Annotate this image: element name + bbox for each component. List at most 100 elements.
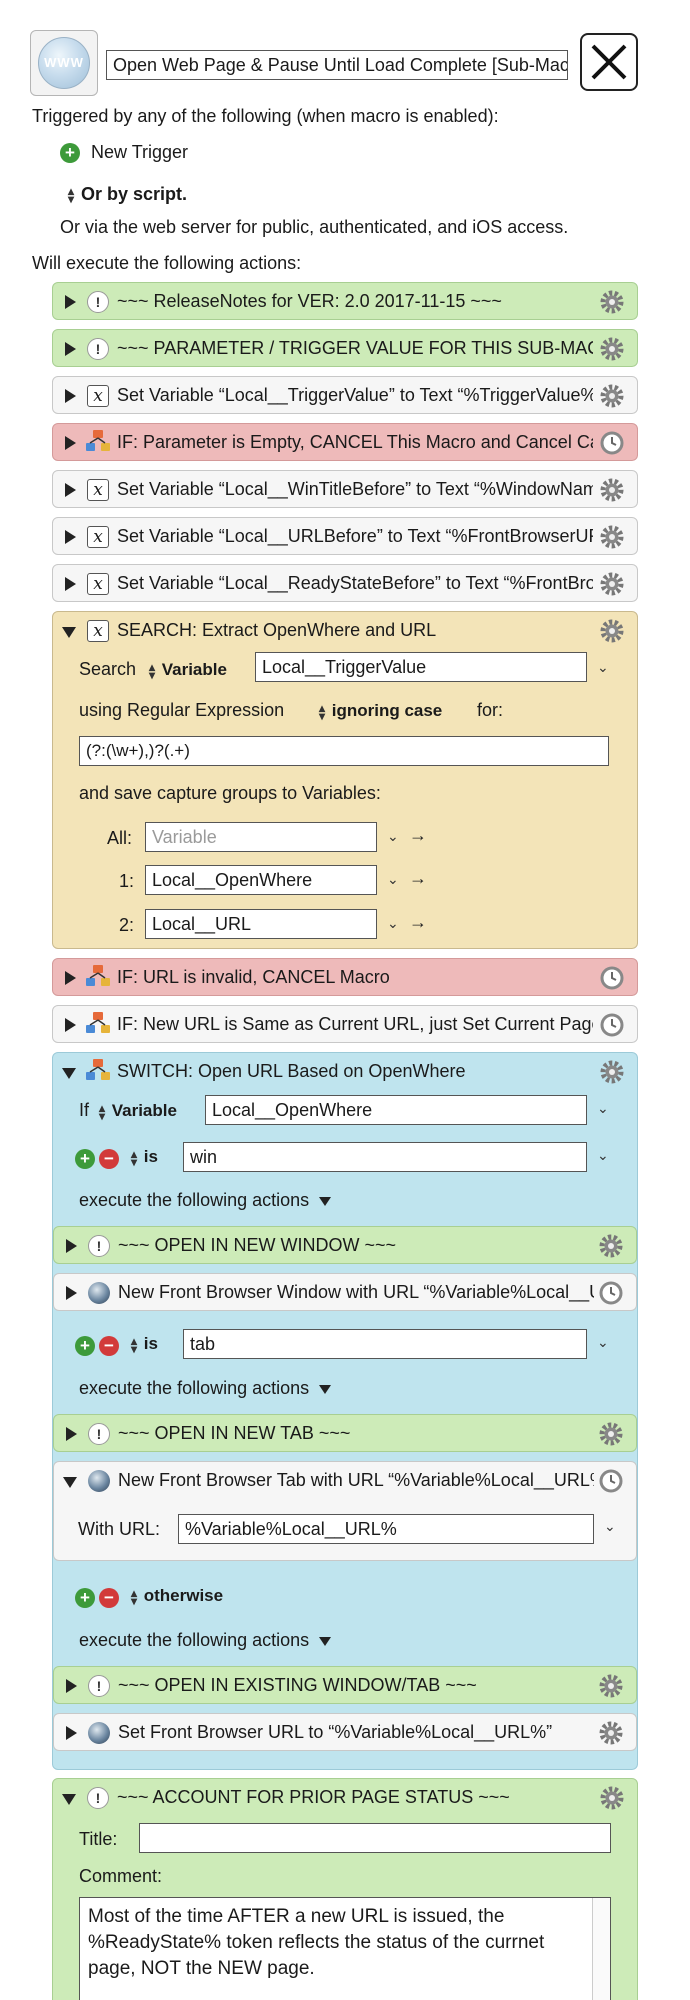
chevron-down-icon[interactable]: ⌄: [387, 871, 399, 888]
action-row[interactable]: IF: New URL is Same as Current URL, just…: [52, 1005, 638, 1043]
chevron-down-icon[interactable]: ⌄: [604, 1518, 616, 1535]
regex-field[interactable]: (?:(\w+),)?(.+): [79, 736, 609, 766]
chevron-down-icon[interactable]: ⌄: [597, 659, 609, 676]
disclosure-triangle-icon[interactable]: [65, 295, 76, 309]
remove-case-icon[interactable]: −: [99, 1336, 119, 1356]
url-field[interactable]: %Variable%Local__URL%: [178, 1514, 594, 1544]
disclosure-triangle-icon[interactable]: [65, 436, 76, 450]
disclosure-triangle-icon[interactable]: [65, 577, 76, 591]
clock-icon[interactable]: [599, 430, 625, 456]
comment-title-field[interactable]: [139, 1823, 611, 1853]
action-row[interactable]: IF: URL is invalid, CANCEL Macro: [52, 958, 638, 996]
switch-action-panel[interactable]: SWITCH: Open URL Based on OpenWhere If ▴…: [52, 1052, 638, 1770]
case-value-field[interactable]: win: [183, 1142, 587, 1172]
chevron-down-icon[interactable]: ⌄: [597, 1100, 609, 1117]
group-variable-field[interactable]: Local__OpenWhere: [145, 865, 377, 895]
action-row[interactable]: IF: Parameter is Empty, CANCEL This Macr…: [52, 423, 638, 461]
web-server-text: Or via the web server for public, authen…: [60, 217, 569, 237]
gear-icon[interactable]: [599, 336, 625, 362]
action-row[interactable]: Set Front Browser URL to “%Variable%Loca…: [53, 1713, 637, 1751]
group-variable-field[interactable]: Variable: [145, 822, 377, 852]
gear-icon[interactable]: [598, 1720, 624, 1746]
disclosure-triangle-icon[interactable]: [66, 1239, 77, 1253]
updown-icon: ▴ ▾: [130, 1333, 138, 1356]
action-row[interactable]: ! ~~~ OPEN IN NEW TAB ~~~: [53, 1414, 637, 1452]
clock-icon[interactable]: [598, 1468, 624, 1494]
disclosure-triangle-icon[interactable]: [62, 627, 76, 638]
or-by-script-popup[interactable]: ▴ ▾ Or by script.: [66, 184, 187, 205]
gear-icon[interactable]: [599, 477, 625, 503]
disclosure-triangle-icon[interactable]: [66, 1286, 77, 1300]
arrow-right-icon[interactable]: →: [409, 868, 427, 889]
action-row[interactable]: x Set Variable “Local__URLBefore” to Tex…: [52, 517, 638, 555]
disclosure-triangle-icon[interactable]: [66, 1427, 77, 1441]
execute-actions-label[interactable]: execute the following actions: [79, 1630, 332, 1651]
new-trigger-button[interactable]: + New Trigger: [60, 142, 188, 164]
clock-icon[interactable]: [599, 1012, 625, 1038]
disclosure-triangle-icon[interactable]: [66, 1726, 77, 1740]
remove-case-icon[interactable]: −: [99, 1149, 119, 1169]
search-source-field[interactable]: Local__TriggerValue: [255, 652, 587, 682]
disclosure-triangle-icon[interactable]: [65, 389, 76, 403]
source-type-popup[interactable]: ▴ ▾ Variable: [147, 660, 227, 681]
case-condition-popup[interactable]: ▴ ▾ is: [129, 1147, 158, 1168]
action-row[interactable]: x Set Variable “Local__TriggerValue” to …: [52, 376, 638, 414]
comment-textarea[interactable]: Most of the time AFTER a new URL is issu…: [79, 1897, 611, 2000]
action-row[interactable]: ! ~~~ OPEN IN NEW WINDOW ~~~: [53, 1226, 637, 1264]
disclosure-triangle-icon[interactable]: [65, 1018, 76, 1032]
clock-icon[interactable]: [598, 1280, 624, 1306]
switch-source-field[interactable]: Local__OpenWhere: [205, 1095, 587, 1125]
remove-case-icon[interactable]: −: [99, 1588, 119, 1608]
add-case-icon[interactable]: +: [75, 1588, 95, 1608]
gear-icon[interactable]: [599, 571, 625, 597]
clock-icon[interactable]: [599, 965, 625, 991]
gear-icon[interactable]: [599, 383, 625, 409]
source-type-popup[interactable]: ▴ ▾ Variable: [97, 1101, 177, 1122]
gear-icon[interactable]: [599, 1785, 625, 1811]
gear-icon[interactable]: [598, 1421, 624, 1447]
macro-icon[interactable]: WWW: [30, 30, 98, 96]
otherwise-popup[interactable]: ▴ ▾ otherwise: [129, 1586, 223, 1607]
execute-actions-label[interactable]: execute the following actions: [79, 1378, 332, 1399]
action-row[interactable]: x Set Variable “Local__WinTitleBefore” t…: [52, 470, 638, 508]
action-row[interactable]: ! ~~~ OPEN IN EXISTING WINDOW/TAB ~~~: [53, 1666, 637, 1704]
gear-icon[interactable]: [599, 1059, 625, 1085]
disclosure-triangle-icon[interactable]: [66, 1679, 77, 1693]
disclosure-triangle-icon[interactable]: [65, 483, 76, 497]
disclosure-triangle-icon[interactable]: [65, 342, 76, 356]
chevron-down-icon[interactable]: ⌄: [597, 1334, 609, 1351]
disclosure-triangle-icon[interactable]: [63, 1477, 77, 1488]
add-case-icon[interactable]: +: [75, 1336, 95, 1356]
search-action-panel[interactable]: x SEARCH: Extract OpenWhere and URL Sear…: [52, 611, 638, 949]
disclosure-triangle-icon[interactable]: [65, 971, 76, 985]
scrollbar[interactable]: [592, 1898, 610, 2000]
macro-name-field[interactable]: Open Web Page & Pause Until Load Complet…: [106, 50, 568, 80]
disclosure-triangle-icon[interactable]: [62, 1068, 76, 1079]
gear-icon[interactable]: [599, 289, 625, 315]
action-row[interactable]: New Front Browser Window with URL “%Vari…: [53, 1273, 637, 1311]
comment-action-panel[interactable]: ! ~~~ ACCOUNT FOR PRIOR PAGE STATUS ~~~ …: [52, 1778, 638, 2000]
gear-icon[interactable]: [598, 1673, 624, 1699]
gear-icon[interactable]: [598, 1233, 624, 1259]
arrow-right-icon[interactable]: →: [409, 825, 427, 846]
new-tab-action-panel[interactable]: New Front Browser Tab with URL “%Variabl…: [53, 1461, 637, 1561]
action-row[interactable]: x Set Variable “Local__ReadyStateBefore”…: [52, 564, 638, 602]
chevron-down-icon[interactable]: ⌄: [387, 915, 399, 932]
execute-actions-label[interactable]: execute the following actions: [79, 1190, 332, 1211]
chevron-down-icon[interactable]: ⌄: [387, 828, 399, 845]
action-row[interactable]: ! ~~~ PARAMETER / TRIGGER VALUE FOR THIS…: [52, 329, 638, 367]
close-button[interactable]: [580, 33, 638, 91]
disclosure-triangle-icon[interactable]: [62, 1794, 76, 1805]
gear-icon[interactable]: [599, 618, 625, 644]
arrow-right-icon[interactable]: →: [409, 912, 427, 933]
chevron-down-icon[interactable]: ⌄: [597, 1147, 609, 1164]
source-type-label: Variable: [161, 660, 227, 679]
action-row[interactable]: ! ~~~ ReleaseNotes for VER: 2.0 2017-11-…: [52, 282, 638, 320]
case-condition-popup[interactable]: ▴ ▾ is: [129, 1333, 158, 1356]
gear-icon[interactable]: [599, 524, 625, 550]
group-variable-field[interactable]: Local__URL: [145, 909, 377, 939]
disclosure-triangle-icon[interactable]: [65, 530, 76, 544]
add-case-icon[interactable]: +: [75, 1149, 95, 1169]
case-value-field[interactable]: tab: [183, 1329, 587, 1359]
case-option-popup[interactable]: ▴ ▾ ignoring case: [317, 701, 442, 722]
